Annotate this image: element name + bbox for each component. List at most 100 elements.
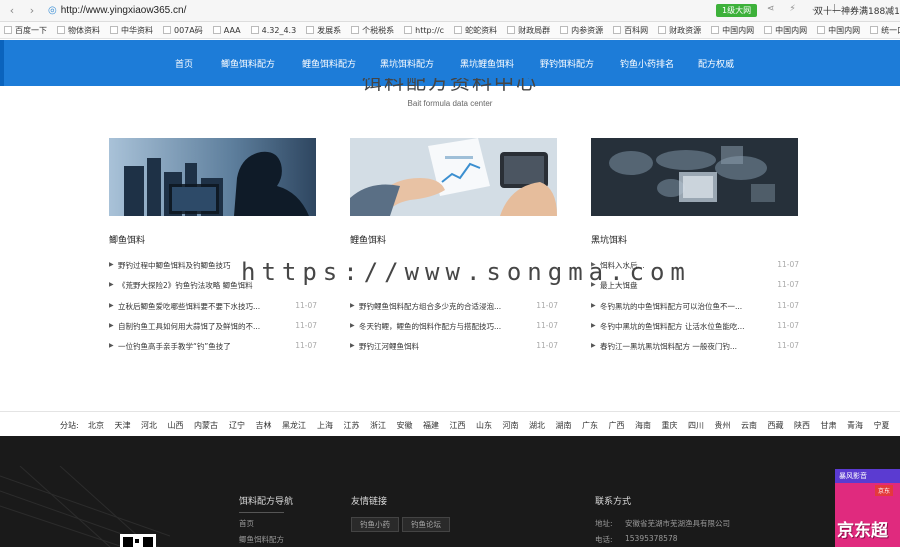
bookmark-item[interactable]: 财政资源	[658, 25, 701, 36]
region-link[interactable]: 湖南	[556, 420, 572, 431]
forward-icon[interactable]: ›	[24, 3, 40, 19]
region-link[interactable]: 云南	[741, 420, 757, 431]
region-link[interactable]: 四川	[688, 420, 704, 431]
arrow-icon: ▶	[350, 342, 355, 350]
region-link[interactable]: 吉林	[256, 420, 272, 431]
bookmark-label: 中华资料	[121, 25, 153, 35]
region-link[interactable]: 北京	[88, 420, 104, 431]
bookmark-label: 内参资源	[571, 25, 604, 35]
bookmark-item[interactable]: 中国内网	[711, 25, 754, 36]
region-link[interactable]: 福建	[423, 420, 439, 431]
arrow-icon: ▶	[109, 321, 114, 329]
region-link[interactable]: 海南	[635, 420, 651, 431]
side-ad[interactable]: 暴风影音 京东 京东超	[835, 469, 900, 547]
region-link[interactable]: 天津	[115, 420, 131, 431]
region-link[interactable]: 山西	[168, 420, 184, 431]
news-item[interactable]: ▶ 立秋后鲫鱼爱吃哪些饵料要不要下水技巧... 11-07	[109, 301, 317, 321]
carp-bait-image[interactable]	[350, 138, 557, 216]
region-link[interactable]: 西藏	[768, 420, 784, 431]
news-date: 11-07	[777, 260, 799, 269]
region-link[interactable]: 广西	[609, 420, 625, 431]
news-item[interactable]: ▶ 野钓鲤鱼饵料配方组合多少克的合适浸泡... 11-07	[350, 301, 558, 321]
bookmark-label: 百科网	[624, 25, 649, 35]
region-link[interactable]: 江西	[450, 420, 466, 431]
region-link[interactable]: 江苏	[344, 420, 360, 431]
bookmark-item[interactable]: 中国内网	[764, 25, 807, 36]
bookmark-item[interactable]: http://c	[404, 26, 444, 35]
search-hint[interactable]: 双十一神券满188减100	[814, 4, 900, 17]
bookmark-item[interactable]: 财政局群	[507, 25, 550, 36]
column-title-crucian[interactable]: 鲫鱼饵料	[109, 233, 145, 246]
news-title[interactable]: 一位钓鱼高手亲手教学“钓”鱼技了	[118, 341, 283, 352]
bookmark-item[interactable]: 007A码	[163, 25, 203, 36]
nav-item-home[interactable]: 首页	[175, 57, 193, 70]
back-icon[interactable]: ‹	[4, 3, 20, 19]
region-link[interactable]: 湖北	[529, 420, 545, 431]
news-title[interactable]: 立秋后鲫鱼爱吃哪些饵料要不要下水技巧...	[118, 301, 283, 312]
nav-item-crucian-bait[interactable]: 鲫鱼饵料配方	[221, 57, 275, 70]
news-title[interactable]: 自制钓鱼工具如何用大蒜饵了及鲜饵的不...	[118, 321, 283, 332]
column-title-blackpit[interactable]: 黑坑饵料	[591, 233, 627, 246]
region-link[interactable]: 辽宁	[229, 420, 245, 431]
news-title[interactable]: 冬钓中黑坑的鱼饵料配方 让活水位鱼能吃...	[600, 321, 765, 332]
region-link[interactable]: 青海	[847, 420, 863, 431]
news-date: 11-07	[295, 300, 317, 310]
region-link[interactable]: 贵州	[715, 420, 731, 431]
region-link[interactable]: 上海	[317, 420, 333, 431]
news-item[interactable]: ▶ 自制钓鱼工具如何用大蒜饵了及鲜饵的不... 11-07	[109, 321, 317, 341]
nav-item-medicine-rank[interactable]: 钓鱼小药排名	[620, 57, 674, 70]
region-link[interactable]: 重庆	[662, 420, 678, 431]
bookmark-item[interactable]: 统一口	[870, 25, 900, 36]
region-link[interactable]: 山东	[476, 420, 492, 431]
bookmark-item[interactable]: 蛇蛇资料	[454, 25, 497, 36]
news-title[interactable]: 野钓鲤鱼饵料配方组合多少克的合适浸泡...	[359, 301, 524, 312]
bookmark-item[interactable]: 中国内网	[817, 25, 860, 36]
nav-item-carp-bait[interactable]: 鲤鱼饵料配方	[302, 57, 356, 70]
bookmark-item[interactable]: AAA	[212, 26, 241, 35]
region-link[interactable]: 宁夏	[874, 420, 890, 431]
arrow-icon: ▶	[591, 301, 596, 309]
bookmark-icon	[110, 26, 118, 34]
friend-link-medicine[interactable]: 钓鱼小药	[351, 517, 399, 532]
region-link[interactable]: 陕西	[794, 420, 810, 431]
region-link[interactable]: 广东	[582, 420, 598, 431]
region-link[interactable]: 内蒙古	[194, 420, 218, 431]
footer-nav-link-home[interactable]: 首页	[239, 518, 254, 529]
nav-item-authority[interactable]: 配方权威	[698, 57, 734, 70]
news-item[interactable]: ▶ 野钓江河鲤鱼饵料 11-07	[350, 341, 558, 361]
bookmark-item[interactable]: 内参资源	[560, 25, 603, 36]
region-link[interactable]: 河南	[503, 420, 519, 431]
region-link[interactable]: 浙江	[370, 420, 386, 431]
news-title[interactable]: 冬天钓鲤，鲤鱼的饵料作配方与搭配技巧...	[359, 321, 524, 332]
region-link[interactable]: 安徽	[397, 420, 413, 431]
news-title[interactable]: 春钓江一黑坑黑坑饵料配方 一般夜门钓...	[600, 341, 765, 352]
news-item[interactable]: ▶ 一位钓鱼高手亲手教学“钓”鱼技了 11-07	[109, 341, 317, 361]
url-field[interactable]: ◎ http://www.yingxiaow365.cn/	[48, 5, 186, 16]
news-title[interactable]: 野钓江河鲤鱼饵料	[359, 341, 524, 352]
news-item[interactable]: ▶ 冬钓黑坑的中鱼饵料配方可以治位鱼不一... 11-07	[591, 301, 799, 321]
bookmark-item[interactable]: 百度一下	[4, 25, 47, 36]
news-item[interactable]: ▶ 冬天钓鲤，鲤鱼的饵料作配方与搭配技巧... 11-07	[350, 321, 558, 341]
blackpit-bait-image[interactable]	[591, 138, 798, 216]
region-link[interactable]: 甘肃	[821, 420, 837, 431]
nav-item-blackpit-bait[interactable]: 黑坑饵料配方	[380, 57, 434, 70]
bookmark-item[interactable]: 物体资料	[57, 25, 100, 36]
nav-item-wild-bait[interactable]: 野钓饵料配方	[540, 57, 594, 70]
news-item[interactable]: ▶ 春钓江一黑坑黑坑饵料配方 一般夜门钓... 11-07	[591, 341, 799, 361]
bookmark-item[interactable]: 百科网	[613, 25, 648, 36]
bookmark-item[interactable]: 4.32_4.3	[250, 26, 296, 35]
news-title[interactable]: 冬钓黑坑的中鱼饵料配方可以治位鱼不一...	[600, 301, 765, 312]
bookmark-icon	[560, 26, 569, 34]
news-item[interactable]: ▶ 冬钓中黑坑的鱼饵料配方 让活水位鱼能吃... 11-07	[591, 321, 799, 341]
bookmark-item[interactable]: 中华资料	[110, 25, 153, 36]
secure-badge[interactable]: 1级大网	[716, 4, 758, 17]
region-link[interactable]: 河北	[141, 420, 157, 431]
crucian-bait-image[interactable]	[109, 138, 316, 216]
column-title-carp[interactable]: 鲤鱼饵料	[350, 233, 386, 246]
region-link[interactable]: 黑龙江	[282, 420, 306, 431]
friend-link-forum[interactable]: 钓鱼论坛	[402, 517, 450, 532]
bookmark-item[interactable]: 个税税系	[351, 25, 394, 36]
nav-item-blackpit-carp[interactable]: 黑坑鲤鱼饵料	[460, 57, 514, 70]
footer-nav-link-crucian[interactable]: 鲫鱼饵料配方	[239, 534, 284, 545]
bookmark-item[interactable]: 发展系	[306, 25, 341, 36]
